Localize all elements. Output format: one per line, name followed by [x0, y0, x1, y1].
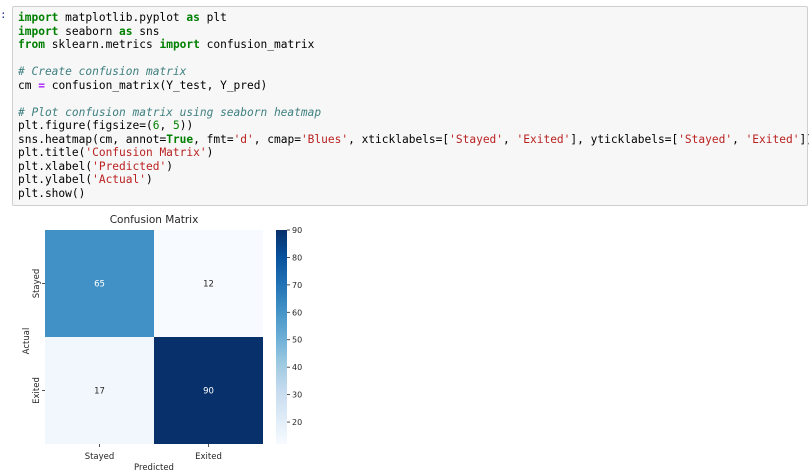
colorbar-tick-label: 30	[292, 391, 302, 400]
code-token: sns	[132, 24, 160, 38]
code-token: seaborn	[58, 24, 120, 38]
code-token: )	[166, 159, 173, 173]
code-token: plt.xlabel(	[18, 159, 93, 173]
code-token: 'Predicted'	[92, 159, 167, 173]
colorbar-tick-label: 50	[292, 336, 302, 345]
code-token: =	[38, 78, 45, 92]
colorbar-tick-label: 60	[292, 308, 302, 317]
code-token: plt.ylabel(	[18, 173, 93, 186]
code-cell[interactable]: import matplotlib.pyplot as plt import se…	[12, 6, 809, 206]
colorbar-tick-label: 80	[292, 253, 302, 262]
code-line: plt.title('Confusion Matrix')	[18, 146, 809, 160]
colorbar-tick-label: 40	[292, 363, 302, 372]
confusion-matrix-figure: Confusion Matrix 65 12 17 90 Stayed Exited Sta…	[22, 214, 302, 473]
code-token: ,	[503, 132, 517, 146]
code-token: , cmap=	[253, 132, 301, 146]
code-token: as	[119, 24, 133, 38]
code-token: , fmt=	[193, 132, 234, 146]
code-token: ], yticklabels=[	[570, 132, 679, 146]
code-token: ,	[732, 132, 746, 146]
code-token: 'Stayed'	[678, 132, 733, 146]
colorbar	[276, 230, 287, 444]
y-tick-label: Stayed	[32, 269, 42, 299]
y-tick-label: Exited	[32, 377, 42, 404]
code-token: 5	[172, 119, 180, 132]
x-tick-label: Exited	[195, 452, 222, 462]
code-token: ])	[799, 132, 809, 146]
cell-annotation: 65	[94, 280, 105, 290]
x-tick-label: Stayed	[85, 452, 115, 462]
code-token: 'Stayed'	[449, 132, 504, 146]
code-token: # Create confusion matrix	[18, 65, 187, 78]
code-line: plt.xlabel('Predicted')	[18, 160, 809, 174]
code-token: 'Blues'	[300, 132, 349, 146]
code-token: ))	[179, 119, 194, 132]
code-token: as	[186, 11, 200, 24]
code-line: plt.figure(figsize=(6, 5))	[18, 119, 809, 133]
x-axis-label: Predicted	[134, 463, 174, 473]
code-token: plt.figure(figsize=(	[18, 119, 153, 132]
code-line: plt.ylabel('Actual')	[18, 173, 809, 187]
code-token: 'Actual'	[92, 173, 146, 186]
code-line: import matplotlib.pyplot as plt	[18, 11, 809, 25]
code-token: from	[18, 38, 45, 51]
code-token: plt.title(	[18, 146, 86, 159]
colorbar-tick-label: 70	[292, 281, 302, 290]
code-token: 'Exited'	[745, 132, 800, 146]
code-token: , xticklabels=[	[348, 132, 450, 146]
code-token: import	[18, 11, 59, 24]
code-token: 'd'	[233, 132, 254, 146]
code-token: )	[206, 146, 214, 159]
code-token: sklearn.metrics	[44, 38, 160, 51]
chart-title: Confusion Matrix	[110, 214, 199, 226]
code-token: confusion_matrix	[199, 38, 315, 51]
cell-prompt: :	[0, 8, 7, 21]
cell-annotation: 90	[203, 387, 214, 397]
code-line: plt.show()	[18, 187, 809, 201]
code-line: sns.heatmap(cm, annot=True, fmt='d', cma…	[18, 133, 809, 147]
colorbar-tick-label: 20	[292, 418, 302, 427]
code-token: 'Exited'	[516, 132, 571, 146]
code-editor[interactable]: import matplotlib.pyplot as plt import se…	[18, 11, 809, 200]
code-token: plt	[199, 11, 227, 24]
code-token: True	[166, 132, 194, 146]
code-line: # Plot confusion matrix using seaborn he…	[18, 106, 809, 120]
colorbar-tick-label: 90	[292, 226, 302, 235]
code-token: 'Confusion Matrix'	[85, 146, 207, 159]
code-token: ,	[159, 119, 173, 132]
code-token: plt.show()	[18, 186, 86, 200]
code-token: cm	[18, 78, 39, 92]
code-line: from sklearn.metrics import confusion_ma…	[18, 38, 809, 52]
cell-annotation: 12	[203, 280, 214, 290]
code-token: )	[145, 173, 153, 186]
code-token: import	[18, 24, 59, 38]
code-token: sns.heatmap(cm, annot=	[18, 132, 167, 146]
code-token: confusion_matrix(Y_test, Y_pred)	[44, 78, 268, 92]
y-axis-label: Actual	[22, 328, 32, 355]
code-line: # Create confusion matrix	[18, 65, 809, 79]
code-token: matplotlib.pyplot	[58, 11, 187, 24]
code-token: # Plot confusion matrix using seaborn he…	[18, 105, 322, 119]
code-line: import seaborn as sns	[18, 25, 809, 39]
code-line: cm = confusion_matrix(Y_test, Y_pred)	[18, 79, 809, 93]
cell-annotation: 17	[94, 387, 105, 397]
code-token: import	[159, 38, 200, 51]
